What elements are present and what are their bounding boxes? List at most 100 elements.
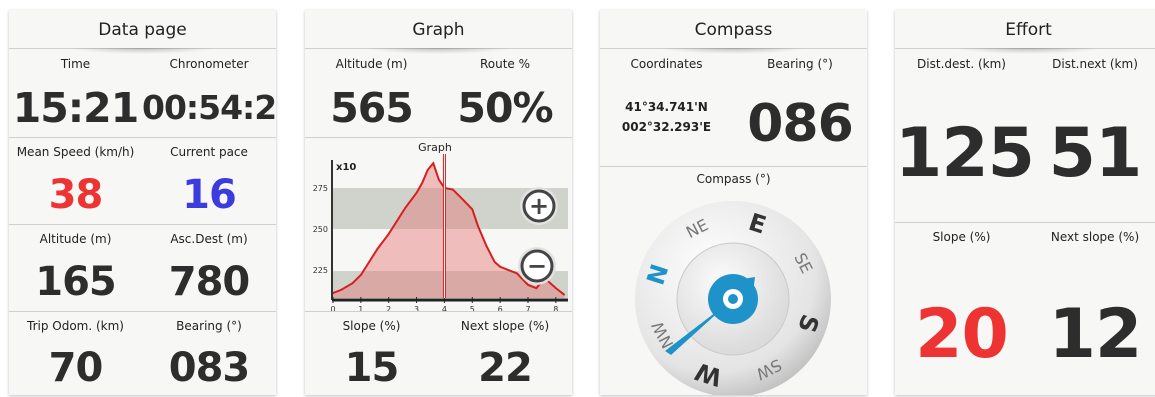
cell-value: 083 xyxy=(168,345,251,391)
cell-value: 20 xyxy=(915,295,1009,374)
cell-value: 125 xyxy=(895,114,1035,193)
altitude-point xyxy=(376,247,379,250)
altitude-point xyxy=(340,288,343,291)
data-cell-next-slope[interactable]: Next slope (%) 12 xyxy=(1028,223,1155,395)
data-cell-mean-speed[interactable]: Mean Speed (km/h) 38 xyxy=(9,138,142,224)
altitude-point xyxy=(555,287,557,289)
panel-header: Graph xyxy=(305,10,572,54)
cell-value: 565 xyxy=(330,84,414,132)
altitude-point xyxy=(438,178,440,181)
y-tick-label: 250 xyxy=(313,225,328,234)
altitude-point xyxy=(368,261,371,263)
altitude-graph[interactable]: Graph x10 275250225 012345678 + − xyxy=(305,140,572,314)
y-tick-label: 225 xyxy=(313,266,328,275)
altitude-point xyxy=(432,162,435,165)
compass-label: Compass (°) xyxy=(696,172,771,186)
cell-label: Current pace xyxy=(170,145,248,159)
altitude-point xyxy=(404,206,407,209)
cell-value: 086 xyxy=(747,94,854,154)
cell-label: Chronometer xyxy=(169,57,249,71)
cell-label: Next slope (%) xyxy=(1050,230,1140,244)
divider xyxy=(600,166,867,167)
zoom-in-button[interactable]: + xyxy=(520,187,558,225)
data-cell-chronometer[interactable]: Chronometer 00:54:25 xyxy=(142,50,276,136)
data-cell-next-slope[interactable]: Next slope (%) 22 xyxy=(438,312,572,395)
cell-value: 51 xyxy=(1048,114,1143,193)
cell-value: 50% xyxy=(457,84,553,132)
cell-label: Slope (%) xyxy=(932,230,991,244)
cell-value: 70 xyxy=(48,345,104,391)
latitude-value: 41°34.741'N xyxy=(625,100,708,114)
data-cell-route-percent[interactable]: Route % 50% xyxy=(438,50,572,136)
data-cell-dist-next[interactable]: Dist.next (km) 51 xyxy=(1028,50,1155,222)
graph-page-panel: Graph Altitude (m) 565 Route % 50% Graph… xyxy=(305,10,572,395)
cell-label: Time xyxy=(60,57,91,71)
altitude-point xyxy=(426,169,429,171)
cell-value: 165 xyxy=(35,259,117,305)
cell-label: Dist.next (km) xyxy=(1052,57,1138,71)
y-tick-label: 275 xyxy=(313,184,328,193)
altitude-point xyxy=(451,188,454,191)
cell-label: Altitude (m) xyxy=(335,57,408,71)
cell-label: Mean Speed (km/h) xyxy=(16,145,135,159)
cell-value: 780 xyxy=(168,259,251,305)
data-cell-time[interactable]: Time 15:21 xyxy=(9,50,142,136)
effort-page-panel: Effort Dist.dest. (km) 125 Dist.next (km… xyxy=(895,10,1155,395)
data-cell-coordinates[interactable]: Coordinates 41°34.741'N 002°32.293'E xyxy=(600,50,733,166)
cell-value: 16 xyxy=(182,172,237,218)
cell-label: Dist.dest. (km) xyxy=(917,57,1006,71)
panel-title: Effort xyxy=(1005,20,1052,40)
data-page-panel: Data page Time 15:21 Chronometer 00:54:2… xyxy=(9,10,276,395)
cell-value: 22 xyxy=(478,345,533,391)
cell-value: 38 xyxy=(48,172,104,218)
data-cell-trip-odom[interactable]: Trip Odom. (km) 70 xyxy=(9,312,142,395)
altitude-point xyxy=(396,219,398,222)
altitude-point xyxy=(460,196,462,199)
panel-header: Effort xyxy=(895,10,1155,54)
compass-dial[interactable]: NNE ESESSWWNW xyxy=(600,185,867,395)
minus-icon: − xyxy=(527,252,547,280)
longitude-value: 002°32.293'E xyxy=(621,120,712,134)
panel-title: Data page xyxy=(98,20,187,40)
data-cell-bearing[interactable]: Bearing (°) 086 xyxy=(733,50,867,166)
divider xyxy=(305,137,572,138)
cell-label: Altitude (m) xyxy=(39,232,112,246)
data-cell-altitude[interactable]: Altitude (m) 165 xyxy=(9,225,142,311)
cell-value: 15:21 xyxy=(12,84,140,132)
altitude-point xyxy=(499,265,501,268)
panel-header: Data page xyxy=(9,10,276,54)
cell-value: 00:54:25 xyxy=(142,88,276,127)
altitude-point xyxy=(351,282,354,285)
altitude-point xyxy=(485,244,488,247)
altitude-point xyxy=(471,208,474,211)
y-multiplier-label: x10 xyxy=(336,162,356,173)
cell-label: Slope (%) xyxy=(342,319,401,333)
panel-header: Compass xyxy=(600,10,867,54)
zoom-out-button[interactable]: − xyxy=(518,247,556,285)
data-cell-dist-dest[interactable]: Dist.dest. (km) 125 xyxy=(895,50,1035,222)
cell-label: Route % xyxy=(479,57,531,71)
cell-label: Trip Odom. (km) xyxy=(27,319,124,333)
cell-value: 12 xyxy=(1048,295,1143,374)
altitude-point xyxy=(563,293,566,296)
data-cell-altitude[interactable]: Altitude (m) 565 xyxy=(305,50,438,136)
data-cell-asc-dest[interactable]: Asc.Dest (m) 780 xyxy=(142,225,276,311)
altitude-point xyxy=(516,272,518,275)
cell-label: Coordinates xyxy=(630,57,703,71)
altitude-point xyxy=(527,284,529,286)
cell-label: Asc.Dest (m) xyxy=(170,232,248,246)
altitude-point xyxy=(421,182,423,184)
cell-value: 15 xyxy=(344,345,400,391)
compass-page-panel: Compass Coordinates 41°34.741'N 002°32.2… xyxy=(600,10,867,395)
data-cell-bearing[interactable]: Bearing (°) 083 xyxy=(142,312,276,395)
data-cell-slope[interactable]: Slope (%) 20 xyxy=(895,223,1028,395)
data-cell-current-pace[interactable]: Current pace 16 xyxy=(142,138,276,224)
altitude-point xyxy=(477,224,479,227)
altitude-point xyxy=(535,287,538,289)
panel-title: Graph xyxy=(412,20,465,40)
data-cell-slope[interactable]: Slope (%) 15 xyxy=(305,312,438,395)
altitude-point xyxy=(415,192,418,194)
cell-label: Bearing (°) xyxy=(176,319,242,333)
cell-label: Bearing (°) xyxy=(767,57,833,71)
graph-title: Graph xyxy=(418,141,452,154)
